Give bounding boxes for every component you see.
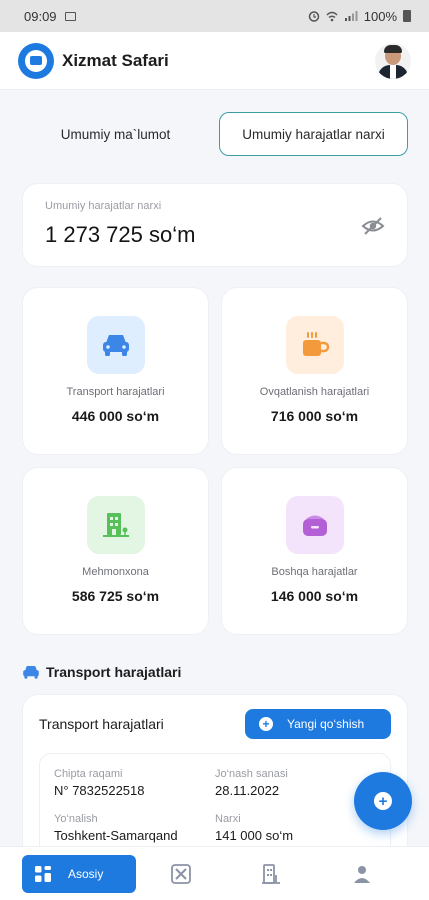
hotel-icon — [102, 513, 129, 537]
category-card-food[interactable]: Ovqatlanish harajatlari 716 000 so‘m — [221, 287, 408, 455]
category-value: 716 000 so‘m — [270, 408, 359, 424]
route-value: Toshkent-Samarqand — [54, 828, 178, 843]
departure-date-value: 28.11.2022 — [215, 783, 280, 798]
category-label: Ovqatlanish harajatlari — [259, 386, 370, 398]
alarm-icon — [308, 11, 319, 22]
app-title: Xizmat Safari — [62, 50, 169, 70]
nav-home-label: Asosiy — [68, 866, 104, 881]
category-card-transport[interactable]: Transport harajatlari 446 000 so‘m — [22, 287, 209, 455]
tab-total-expenses[interactable]: Umumiy harajatlar narxi — [219, 112, 408, 156]
coffee-icon — [302, 332, 329, 356]
status-time: 09:09 — [24, 8, 57, 24]
tab-general-info[interactable]: Umumiy ma`lumot — [22, 112, 209, 156]
category-value: 446 000 so‘m — [71, 408, 160, 424]
category-value: 586 725 so‘m — [71, 588, 160, 604]
car-icon — [23, 666, 39, 679]
profile-icon — [353, 865, 370, 883]
section-title-transport: Transport harajatlari — [22, 664, 181, 680]
tools-icon — [171, 863, 192, 884]
eye-off-icon[interactable] — [361, 214, 385, 238]
plus-icon: + — [259, 717, 273, 731]
category-label: Mehmonxona — [82, 566, 149, 578]
transport-card-title: Transport harajatlari — [39, 716, 164, 732]
total-expenses-label: Umumiy harajatlar narxi — [45, 200, 162, 212]
grid-icon — [35, 865, 51, 882]
section-title-text: Transport harajatlari — [46, 664, 182, 680]
total-expenses-value: 1 273 725 so‘m — [45, 222, 196, 247]
nav-item-home[interactable]: Asosiy — [22, 854, 136, 893]
battery-icon — [403, 10, 411, 22]
tab-switcher: Umumiy ma`lumot Umumiy harajatlar narxi — [22, 112, 408, 156]
category-label: Boshqa harajatlar — [271, 566, 358, 578]
ticket-number-value: N° 7832522518 — [54, 783, 145, 798]
total-expenses-card: Umumiy harajatlar narxi 1 273 725 so‘m — [22, 183, 408, 267]
wallet-icon — [302, 515, 327, 536]
car-icon — [102, 335, 129, 356]
price-label: Narxi — [215, 813, 241, 825]
price-value: 141 000 so‘m — [215, 828, 294, 843]
category-card-other[interactable]: Boshqa harajatlar 146 000 so‘m — [221, 467, 408, 635]
category-label: Transport harajatlari — [66, 386, 165, 398]
building-icon — [262, 863, 281, 884]
nav-item-profile[interactable] — [317, 863, 407, 885]
departure-date-label: Jo‘nash sanasi — [215, 768, 288, 780]
bottom-navigation: Asosiy — [0, 846, 429, 900]
plus-icon: + — [374, 792, 392, 810]
fab-add-button[interactable]: + — [354, 772, 412, 830]
category-card-hotel[interactable]: Mehmonxona 586 725 so‘m — [22, 467, 209, 635]
ticket-number-label: Chipta raqami — [54, 768, 123, 780]
status-bar: 09:09 100% — [0, 0, 429, 32]
battery-level: 100% — [363, 8, 397, 24]
user-avatar[interactable] — [375, 42, 411, 79]
gallery-notification-icon — [64, 11, 76, 21]
app-bar: Xizmat Safari — [0, 32, 429, 90]
route-label: Yo‘nalish — [54, 813, 98, 825]
wifi-icon — [326, 11, 338, 22]
add-new-label: Yangi qo‘shish — [287, 717, 365, 731]
nav-item-tools[interactable] — [136, 863, 226, 885]
app-logo-icon — [18, 42, 54, 79]
signal-icon — [344, 11, 358, 21]
nav-item-building[interactable] — [226, 863, 316, 885]
category-value: 146 000 so‘m — [270, 588, 359, 604]
transport-expenses-card: Transport harajatlari + Yangi qo‘shish C… — [22, 694, 408, 864]
add-new-button[interactable]: + Yangi qo‘shish — [245, 709, 391, 739]
